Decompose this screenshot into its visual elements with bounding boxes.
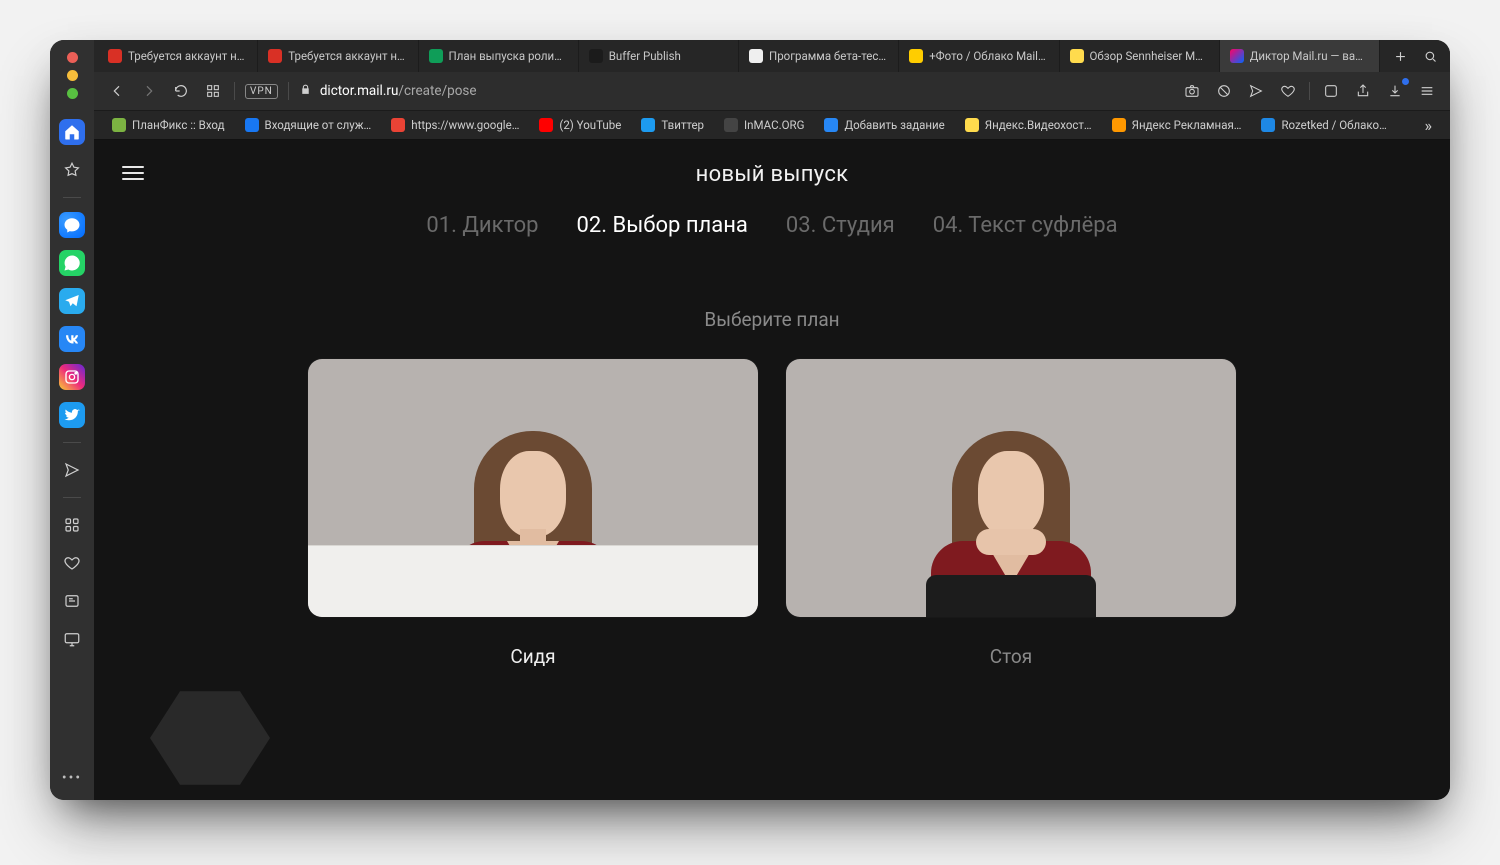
bookmark-item[interactable]: Добавить задание: [816, 111, 952, 139]
bookmarks-bar: ПланФикс :: Вход Входящие от служ… https…: [94, 110, 1450, 140]
address-bar: VPN dictor.mail.ru/create/pose: [94, 72, 1450, 110]
browser-tab[interactable]: Программа бета-тестир: [739, 40, 899, 72]
browser-tab[interactable]: Обзор Sennheiser Mome: [1060, 40, 1220, 72]
bookmark-item[interactable]: Яндекс.Видеохост…: [957, 111, 1100, 139]
share-icon[interactable]: [1352, 80, 1374, 102]
pose-caption: Стоя: [786, 645, 1236, 668]
pose-thumb-sitting: [308, 359, 758, 617]
screenshot-icon[interactable]: [1181, 80, 1203, 102]
browser-tab[interactable]: Buffer Publish: [579, 40, 739, 72]
messenger-icon[interactable]: [59, 212, 85, 238]
step-1[interactable]: 01. Диктор: [426, 213, 538, 238]
bookmark-item[interactable]: Яндекс Рекламная…: [1104, 111, 1250, 139]
nav-back-button[interactable]: [106, 80, 128, 102]
side-dock: •••: [50, 40, 94, 800]
downloads-icon[interactable]: [1384, 80, 1406, 102]
star-icon[interactable]: [59, 157, 85, 183]
step-2[interactable]: 02. Выбор плана: [577, 213, 748, 238]
app-menu-button[interactable]: [122, 162, 144, 184]
section-subtitle: Выберите план: [272, 308, 1272, 331]
url-field[interactable]: dictor.mail.ru/create/pose: [299, 83, 1171, 100]
nav-forward-button[interactable]: [138, 80, 160, 102]
browser-tab[interactable]: +Фото / Облако Mail.ru: [899, 40, 1059, 72]
bookmark-item[interactable]: https://www.google…: [383, 111, 527, 139]
vpn-badge[interactable]: VPN: [245, 84, 278, 99]
bookmark-item[interactable]: Rozetked / Облако…: [1253, 111, 1394, 139]
send-icon[interactable]: [59, 457, 85, 483]
minimize-window-icon[interactable]: [67, 70, 78, 81]
browser-tab-active[interactable]: Диктор Mail.ru — ваш пе: [1220, 40, 1380, 72]
new-tab-button[interactable]: [1386, 40, 1414, 72]
bookmark-item[interactable]: Входящие от служ…: [237, 111, 380, 139]
step-4[interactable]: 04. Текст суфлёра: [933, 213, 1118, 238]
close-window-icon[interactable]: [67, 52, 78, 63]
adblock-icon[interactable]: [1213, 80, 1235, 102]
bookmarks-overflow-button[interactable]: »: [1417, 116, 1441, 135]
menu-icon[interactable]: [1416, 80, 1438, 102]
reader-icon[interactable]: [59, 588, 85, 614]
telegram-icon[interactable]: [59, 288, 85, 314]
vk-icon[interactable]: [59, 326, 85, 352]
twitter-icon[interactable]: [59, 402, 85, 428]
extensions-icon[interactable]: [1320, 80, 1342, 102]
bookmark-item[interactable]: (2) YouTube: [531, 111, 629, 139]
page-title: новый выпуск: [272, 162, 1272, 187]
pose-option-standing[interactable]: Стоя: [786, 359, 1236, 668]
favorite-icon[interactable]: [1277, 80, 1299, 102]
bookmark-item[interactable]: Твиттер: [633, 111, 712, 139]
apps-grid-icon[interactable]: [59, 512, 85, 538]
lock-icon: [299, 83, 312, 100]
instagram-icon[interactable]: [59, 364, 85, 390]
fullscreen-window-icon[interactable]: [67, 88, 78, 99]
more-dock-icon[interactable]: •••: [62, 770, 82, 786]
pose-caption: Сидя: [308, 645, 758, 668]
wizard-steps: 01. Диктор 02. Выбор плана 03. Студия 04…: [272, 213, 1272, 238]
desktop-icon[interactable]: [59, 626, 85, 652]
bookmark-item[interactable]: ПланФикс :: Вход: [104, 111, 233, 139]
whatsapp-icon[interactable]: [59, 250, 85, 276]
bookmark-item[interactable]: InMAC.ORG: [716, 111, 812, 139]
tab-strip: Требуется аккаунт на Я Требуется аккаунт…: [94, 40, 1450, 72]
browser-window: ••• Требуется аккаунт на Я Требуется акк…: [50, 40, 1450, 800]
browser-tab[interactable]: План выпуска роликов н: [419, 40, 579, 72]
pose-option-sitting[interactable]: Сидя: [308, 359, 758, 668]
watermark-hexagon: [150, 686, 270, 790]
page-content: новый выпуск 01. Диктор 02. Выбор плана …: [94, 140, 1450, 800]
send-page-icon[interactable]: [1245, 80, 1267, 102]
search-tabs-button[interactable]: [1416, 40, 1444, 72]
pose-thumb-standing: [786, 359, 1236, 617]
download-badge: [1402, 78, 1409, 85]
step-3[interactable]: 03. Студия: [786, 213, 895, 238]
window-controls[interactable]: [67, 46, 78, 107]
heart-icon[interactable]: [59, 550, 85, 576]
home-icon[interactable]: [59, 119, 85, 145]
reload-button[interactable]: [170, 80, 192, 102]
browser-tab[interactable]: Требуется аккаунт на Я: [258, 40, 418, 72]
start-page-icon[interactable]: [202, 80, 224, 102]
browser-tab[interactable]: Требуется аккаунт на Я: [98, 40, 258, 72]
